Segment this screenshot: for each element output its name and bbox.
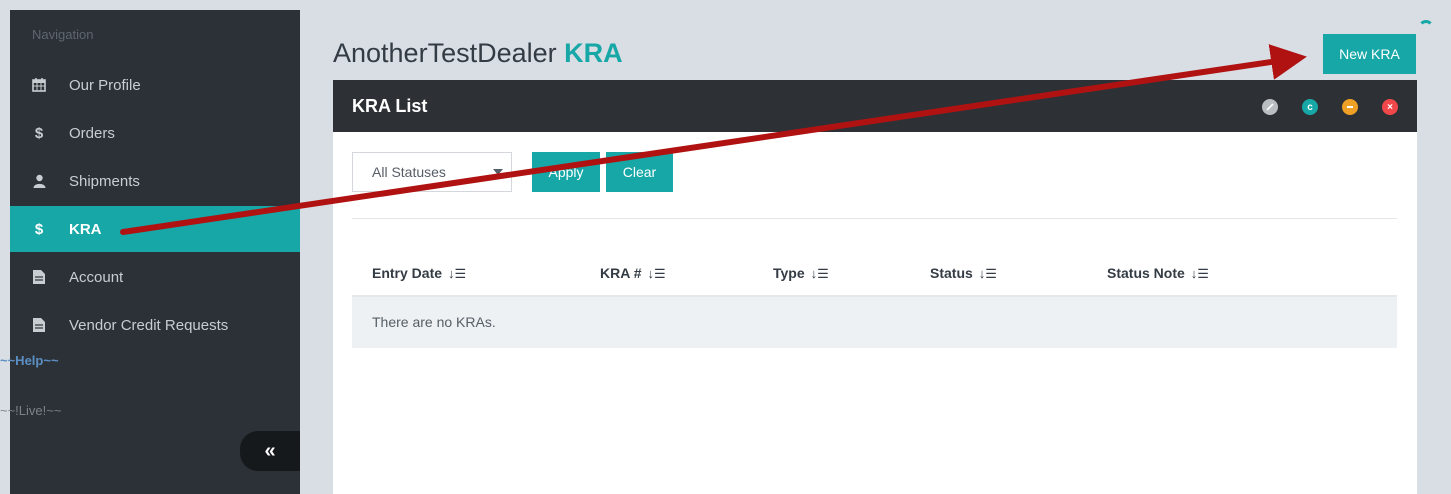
dollar-icon: $	[34, 220, 44, 238]
panel-title: KRA List	[352, 96, 428, 116]
sidebar-item-orders[interactable]: $ Orders	[10, 110, 300, 156]
double-chevron-left-icon: «	[264, 439, 276, 462]
expand-icon[interactable]	[1262, 99, 1278, 115]
empty-message: There are no KRAs.	[372, 314, 496, 330]
status-filter-select[interactable]: All Statuses	[352, 152, 512, 192]
caret-down-icon	[493, 169, 503, 175]
sidebar: Navigation Our Profile $ Orders Shipment…	[0, 10, 300, 494]
column-header-entry-date[interactable]: Entry Date ↓☰	[372, 265, 466, 282]
nav-heading: Navigation	[32, 27, 94, 42]
clear-button[interactable]: Clear	[606, 152, 673, 192]
user-icon	[31, 174, 47, 188]
document-icon	[31, 270, 47, 284]
column-header-status[interactable]: Status ↓☰	[930, 265, 997, 282]
panel-header: KRA List c ×	[333, 80, 1417, 132]
panel-body: All Statuses Apply Clear Entry Date ↓☰ KR…	[333, 132, 1417, 494]
column-header-kra-number[interactable]: KRA # ↓☰	[600, 265, 666, 282]
dollar-icon: $	[34, 124, 44, 142]
sidebar-item-our-profile[interactable]: Our Profile	[10, 62, 300, 108]
table-empty-row: There are no KRAs.	[352, 297, 1397, 348]
table-header: Entry Date ↓☰ KRA # ↓☰ Type ↓☰ Status ↓☰ Sta…	[352, 250, 1397, 297]
sidebar-item-account[interactable]: Account	[10, 254, 300, 300]
close-icon[interactable]: ×	[1382, 99, 1398, 115]
refresh-icon[interactable]: c	[1302, 99, 1318, 115]
sidebar-item-shipments[interactable]: Shipments	[10, 158, 300, 204]
sort-icon: ↓☰	[978, 266, 997, 281]
divider	[352, 218, 1397, 219]
collapse-sidebar-button[interactable]: «	[240, 431, 300, 471]
sidebar-item-label: Our Profile	[69, 76, 141, 94]
column-header-status-note[interactable]: Status Note ↓☰	[1107, 265, 1209, 282]
sort-icon: ↓☰	[1190, 266, 1209, 281]
page-title-accent: KRA	[564, 38, 623, 68]
sidebar-item-label: Orders	[69, 124, 115, 142]
sort-icon: ↓☰	[448, 266, 467, 281]
page-title-prefix: AnotherTestDealer	[333, 38, 557, 68]
calendar-icon	[31, 78, 47, 92]
apply-button[interactable]: Apply	[532, 152, 600, 192]
sidebar-item-label: Vendor Credit Requests	[69, 316, 229, 334]
status-filter-value: All Statuses	[372, 164, 446, 180]
page-title: AnotherTestDealer KRA	[333, 38, 623, 69]
sort-icon: ↓☰	[647, 266, 666, 281]
sidebar-item-label: Shipments	[69, 172, 140, 190]
loading-spinner-icon	[1418, 20, 1434, 36]
live-link[interactable]: ~~!Live!~~	[0, 403, 61, 418]
sidebar-item-vendor-credit-requests[interactable]: Vendor Credit Requests	[10, 302, 300, 348]
new-kra-button[interactable]: New KRA	[1323, 34, 1416, 74]
sidebar-item-label: Account	[69, 268, 124, 286]
sort-icon: ↓☰	[810, 266, 829, 281]
sidebar-item-label: KRA	[69, 220, 102, 238]
help-link[interactable]: ~~Help~~	[0, 353, 59, 368]
column-header-type[interactable]: Type ↓☰	[773, 265, 829, 282]
sidebar-item-kra[interactable]: $ KRA	[10, 206, 300, 252]
minimize-icon[interactable]	[1342, 99, 1358, 115]
document-icon	[31, 318, 47, 332]
